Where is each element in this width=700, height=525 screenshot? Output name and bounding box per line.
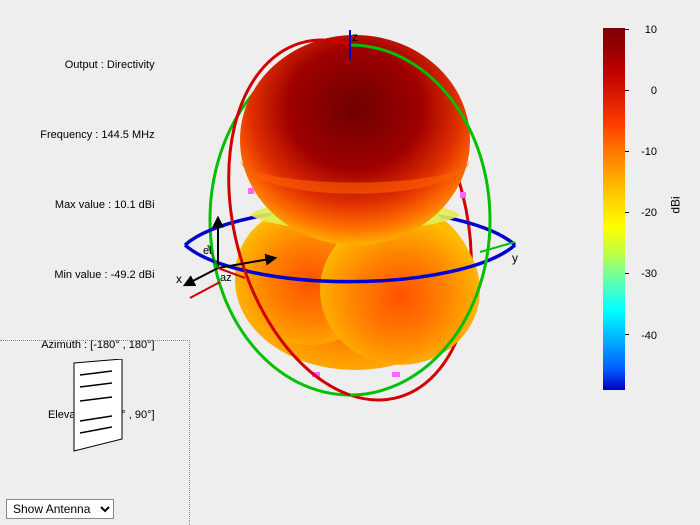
show-antenna-select[interactable]: Show Antenna bbox=[6, 499, 114, 519]
colorbar-tickmarks bbox=[625, 28, 629, 390]
colorbar-tick-3: -20 bbox=[641, 207, 657, 219]
colorbar bbox=[603, 28, 625, 390]
colorbar-label: dBi bbox=[668, 196, 682, 213]
antenna-overview-panel: Show Antenna bbox=[0, 340, 190, 525]
axis-label-el: el bbox=[203, 245, 212, 257]
axis-label-az: az bbox=[220, 272, 232, 284]
info-max-label: Max value bbox=[55, 199, 105, 211]
antenna-thumbnail-icon bbox=[62, 359, 132, 459]
colorbar-tick-0: 10 bbox=[645, 24, 657, 36]
info-frequency-label: Frequency bbox=[40, 129, 92, 141]
axis-label-z: z bbox=[352, 30, 358, 44]
colorbar-tick-2: -10 bbox=[641, 146, 657, 158]
axis-label-x: x bbox=[176, 272, 182, 286]
info-output-label: Output bbox=[65, 59, 98, 71]
colorbar-tick-1: 0 bbox=[651, 85, 657, 97]
colorbar-tick-4: -30 bbox=[641, 268, 657, 280]
colorbar-tick-5: -40 bbox=[641, 330, 657, 342]
axis-label-y: y bbox=[512, 251, 518, 265]
info-min-label: Min value bbox=[54, 269, 101, 281]
